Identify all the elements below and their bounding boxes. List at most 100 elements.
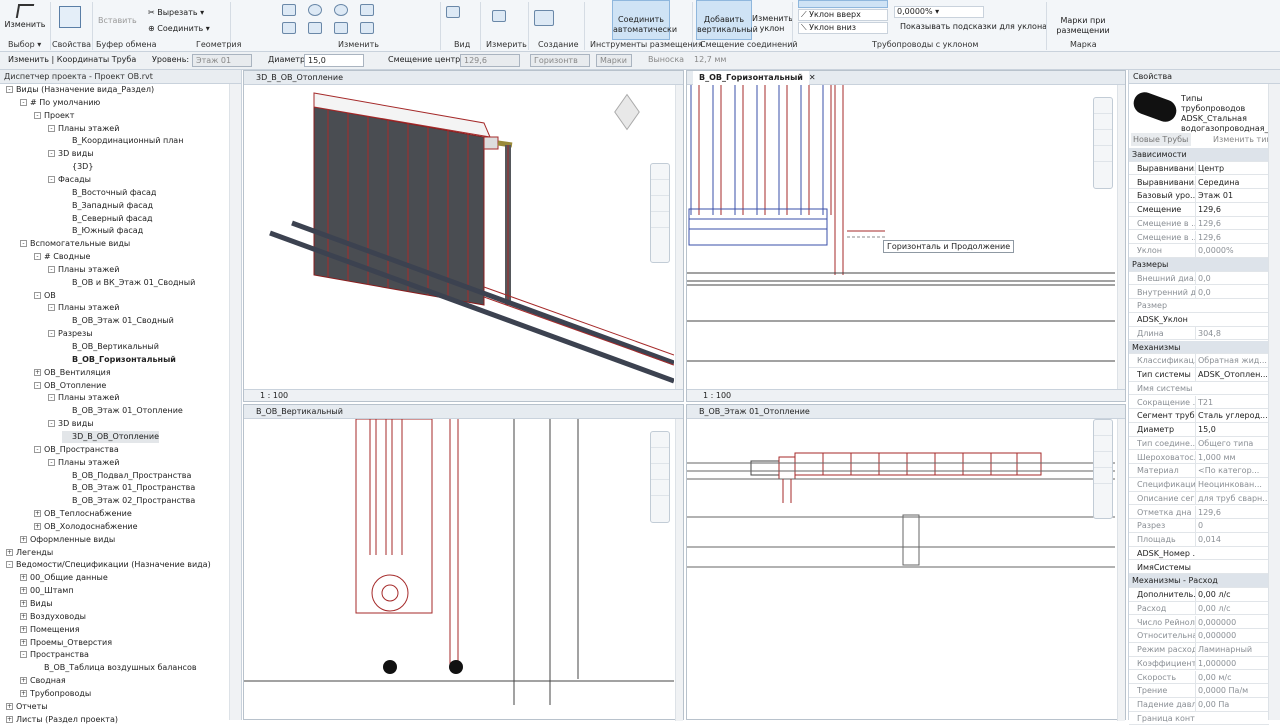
tree-item[interactable]: В_ОВ_Подвал_Пространства [62,470,191,482]
tree-item[interactable]: - ОВ [34,290,56,302]
tree-item[interactable]: В_ОВ_Этаж 01_Сводный [62,315,174,327]
tree-item[interactable]: - Планы этажей [48,123,119,135]
expand-toggle-icon[interactable]: - [20,240,27,248]
browser-scrollbar[interactable] [229,84,241,720]
tree-item[interactable]: В_ОВ_Вертикальный [62,341,159,353]
property-row[interactable]: ИмяСистемы [1129,561,1269,575]
view-horizontal-scrollbar[interactable] [1117,85,1125,391]
property-row[interactable]: Площадь 0,014 [1129,533,1269,547]
align-icon[interactable] [282,22,296,34]
edit-type-button[interactable]: Изменить тип [1213,133,1272,146]
property-value[interactable]: 1,000 мм [1195,450,1267,464]
property-row[interactable]: Классификац...Обратная жид... [1129,354,1269,368]
expand-toggle-icon[interactable]: - [48,175,55,183]
property-row[interactable]: Граница конт... [1129,712,1269,726]
tree-item[interactable]: В_Восточный фасад [62,187,156,199]
expand-toggle-icon[interactable]: - [20,651,27,659]
join-button[interactable]: ⊕ Соединить ▾ [148,24,210,34]
tree-item[interactable]: В_ОВ_Таблица воздушных балансов [34,662,197,674]
property-row[interactable]: Спецификаци...Неоцинкован... [1129,478,1269,492]
expand-toggle-icon[interactable]: + [20,612,27,620]
zoom-icon[interactable] [1094,436,1112,452]
tree-item[interactable]: + ОВ_Теплоснабжение [34,508,132,520]
property-row[interactable]: Сегмент трубы Сталь углерод... [1129,409,1269,423]
expand-toggle-icon[interactable]: - [48,150,55,158]
property-row[interactable]: Число Рейнол...0,000000 [1129,615,1269,630]
property-value[interactable]: ADSK_Отоплен... [1195,368,1267,381]
property-value[interactable]: 1,000000 [1195,656,1267,670]
tree-item[interactable]: В_ОВ_Этаж 02_Пространства [62,495,195,507]
slope-off-button[interactable] [798,0,888,8]
expand-toggle-icon[interactable]: - [48,458,55,466]
property-value[interactable]: 0,0000 Па/м [1195,684,1267,697]
tree-item[interactable]: В_ОВ_Этаж 01_Отопление [62,405,183,417]
tree-item[interactable]: - Вспомогательные виды [20,238,130,250]
tree-item[interactable]: - # Сводные [34,251,90,263]
view-horizontal[interactable]: В_ОВ_Горизонтальный ✕ Горизонталь и Прод… [686,70,1126,402]
expand-toggle-icon[interactable]: - [34,381,41,389]
mirror-icon[interactable] [334,22,348,34]
property-row[interactable]: Уклон 0,0000% [1129,244,1269,258]
property-value[interactable]: 0,014 [1195,533,1267,546]
property-row[interactable]: Сокращение ... Т21 [1129,395,1269,410]
zoom-icon[interactable] [651,180,669,196]
cut-button[interactable]: ✂ Вырезать ▾ [148,8,204,18]
split-icon[interactable] [360,22,374,34]
property-value[interactable]: 129,6 [1195,216,1267,230]
tree-item[interactable]: - Планы этажей [48,392,119,404]
new-instance-filter[interactable]: Новые Трубы ▾ [1131,133,1191,157]
property-row[interactable]: Длина 304,8 [1129,326,1269,341]
tree-item[interactable]: - Пространства [20,649,89,661]
tree-item[interactable]: В_Северный фасад [62,213,153,225]
property-row[interactable]: Дополнитель... 0,00 л/с [1129,588,1269,602]
tag-button[interactable]: Марки [596,54,632,67]
property-value[interactable]: Неоцинкован... [1195,478,1267,491]
property-row[interactable]: Разрез 0 [1129,519,1269,533]
property-value[interactable]: 0,00 л/с [1195,588,1267,601]
slope-down-button[interactable]: ⟍ Уклон вниз [798,22,888,34]
modify-button[interactable]: Изменить [2,2,48,38]
property-group[interactable]: Механизмы [1129,340,1269,355]
property-value[interactable]: 0,0000% [1195,244,1267,257]
tree-item[interactable]: - Планы этажей [48,457,119,469]
tree-item[interactable]: + Воздуховоды [20,611,86,623]
property-value[interactable]: Т21 [1195,395,1267,409]
slope-up-button[interactable]: ⟋ Уклон вверх [798,9,888,21]
expand-toggle-icon[interactable]: - [6,86,13,93]
view-vertical-tab[interactable]: В_ОВ_Вертикальный [244,405,683,419]
slope-value-select[interactable]: 0,0000% ▾ [894,6,984,18]
change-slope-button[interactable]: Изменить уклон [752,0,793,40]
property-value[interactable]: Общего типа [1195,436,1267,450]
property-value[interactable]: Середина [1195,175,1267,189]
property-value[interactable]: 0,00 Па [1195,698,1267,711]
viewcube[interactable] [604,93,650,137]
expand-toggle-icon[interactable]: + [34,368,41,376]
expand-toggle-icon[interactable]: + [6,548,13,556]
view-tools-icon[interactable] [446,6,476,34]
zoom-icon[interactable] [1094,114,1112,130]
tree-item[interactable]: - Фасады [48,174,91,186]
tree-item[interactable]: + Оформленные виды [20,534,115,546]
pan-icon[interactable] [1094,452,1112,468]
navigation-bar[interactable] [1093,419,1113,519]
expand-toggle-icon[interactable]: + [20,535,27,543]
expand-toggle-icon[interactable]: - [48,304,55,312]
expand-toggle-icon[interactable]: - [20,98,27,106]
tree-item[interactable]: - Планы этажей [48,264,119,276]
orbit-icon[interactable] [1094,468,1112,484]
property-row[interactable]: Внутренний д...0,0 [1129,285,1269,300]
expand-toggle-icon[interactable]: - [34,253,41,261]
tree-item[interactable]: - Виды (Назначение вида_Раздел) [6,84,154,96]
property-row[interactable]: Тип соедине... Общего типа [1129,436,1269,451]
property-value[interactable]: Обратная жид... [1195,354,1267,367]
property-row[interactable]: Коэффициент...1,000000 [1129,656,1269,671]
view-plan-tab[interactable]: В_ОВ_Этаж 01_Отопление [687,405,1125,419]
trim-icon[interactable] [360,4,374,16]
expand-toggle-icon[interactable]: - [48,394,55,402]
view-vertical-canvas[interactable] [244,419,674,719]
expand-toggle-icon[interactable]: - [34,445,41,453]
pan-icon[interactable] [1094,130,1112,146]
add-vertical-button[interactable]: Добавить вертикальный [696,0,758,40]
steering-wheel-icon[interactable] [651,432,669,448]
scale-label[interactable]: 1 : 100 [703,391,731,400]
